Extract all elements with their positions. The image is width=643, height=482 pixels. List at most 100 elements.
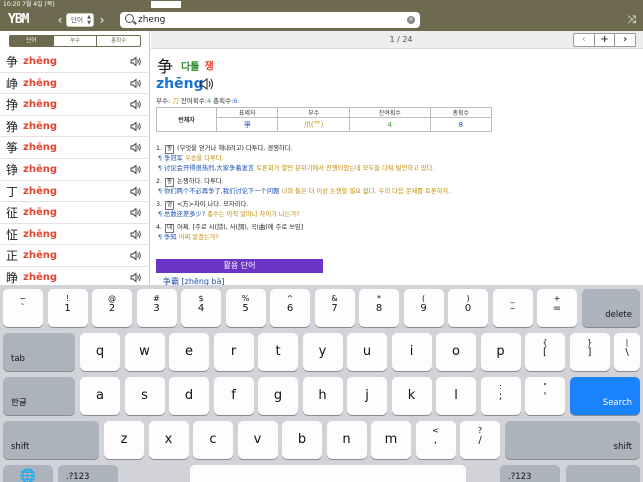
letter-key[interactable]: v (237, 421, 278, 459)
letter-key[interactable]: h (302, 377, 343, 415)
list-item[interactable]: 征 zhēng (0, 202, 150, 224)
globe-icon[interactable]: 🌐 (3, 465, 53, 482)
key-char: – (510, 303, 515, 314)
delete-key[interactable]: delete (581, 289, 640, 327)
language-key[interactable]: 한글 (3, 377, 75, 415)
dictionary-select[interactable]: 단어 ▲ ▼ (66, 13, 94, 27)
letter-key[interactable]: d (169, 377, 209, 415)
letter-key[interactable]: n (326, 421, 367, 459)
key[interactable]: & 7 (314, 289, 355, 327)
speaker-icon[interactable] (130, 229, 142, 240)
dismiss-keyboard-key[interactable] (566, 465, 640, 482)
list-item[interactable]: 丁 zhēng (0, 181, 150, 203)
letter-key[interactable]: x (148, 421, 189, 459)
key[interactable]: {[ (525, 333, 565, 371)
letter-key[interactable]: a (80, 377, 120, 415)
add-button[interactable]: + (595, 34, 616, 46)
letter-key[interactable]: t (258, 333, 298, 371)
shuffle-icon[interactable]: ⤨ (627, 13, 636, 27)
key[interactable]: " ' (525, 377, 565, 415)
dict-next-button[interactable]: › (97, 13, 107, 27)
key[interactable]: ! 1 (47, 289, 88, 327)
letter-key[interactable]: f (213, 377, 254, 415)
shift-key[interactable]: shift (504, 421, 640, 459)
list-item[interactable]: 筝 zhēng (0, 137, 150, 159)
letter-key[interactable]: z (104, 421, 144, 459)
letter-key[interactable]: s (124, 377, 165, 415)
letter-key[interactable]: k (391, 377, 432, 415)
key[interactable]: | \ (614, 333, 640, 371)
letter-key[interactable]: m (371, 421, 411, 459)
key-shift-char: % (241, 294, 250, 303)
key[interactable]: * 8 (359, 289, 399, 327)
speaker-icon[interactable] (130, 207, 142, 218)
letter-key[interactable]: q (80, 333, 120, 371)
speaker-icon[interactable] (130, 272, 142, 283)
speaker-icon[interactable] (130, 250, 142, 261)
search-input[interactable]: zheng (138, 12, 165, 28)
letter-key[interactable]: b (282, 421, 322, 459)
key[interactable]: }] (569, 333, 610, 371)
letter-key[interactable]: w (124, 333, 165, 371)
numbers-key[interactable]: .?123 (500, 465, 560, 482)
letter-key[interactable]: g (258, 377, 298, 415)
speaker-icon[interactable] (130, 56, 142, 67)
letter-key[interactable]: o (436, 333, 476, 371)
prev-entry-button[interactable]: ‹ (574, 34, 595, 46)
list-item[interactable]: 峥 zhēng (0, 73, 150, 95)
letter-key[interactable]: y (302, 333, 343, 371)
key[interactable]: ) 0 (448, 289, 488, 327)
list-item[interactable]: 正 zhēng (0, 245, 150, 267)
key[interactable]: <, (415, 421, 456, 459)
letter-key[interactable]: u (347, 333, 387, 371)
key-char: 9 (420, 303, 427, 314)
next-entry-button[interactable]: › (615, 34, 635, 46)
usage-words-button[interactable]: 활용 단어 (156, 259, 323, 273)
list-item[interactable]: 狰 zhēng (0, 116, 150, 138)
key[interactable]: % 5 (225, 289, 266, 327)
speaker-icon[interactable] (199, 77, 215, 91)
key-char: ' (543, 391, 547, 402)
search-field[interactable]: zheng × (120, 12, 420, 28)
key[interactable]: @2 (92, 289, 132, 327)
key[interactable]: (9 (403, 289, 444, 327)
key[interactable]: #3 (136, 289, 177, 327)
speaker-icon[interactable] (130, 186, 142, 197)
clear-icon[interactable]: × (407, 16, 415, 24)
dict-prev-button[interactable]: ‹ (55, 13, 65, 27)
letter-key[interactable]: r (213, 333, 254, 371)
letter-key[interactable]: i (391, 333, 432, 371)
speaker-icon[interactable] (130, 78, 142, 89)
key[interactable]: $4 (181, 289, 221, 327)
numbers-key[interactable]: .?123 (58, 465, 118, 482)
key-shift-char: # (153, 294, 160, 303)
search-key[interactable]: Search (569, 377, 640, 415)
list-item[interactable]: 铮 zhēng (0, 159, 150, 181)
key[interactable]: + = (537, 289, 577, 327)
speaker-icon[interactable] (130, 142, 142, 153)
list-item[interactable]: 争 zhēng (0, 51, 150, 73)
shift-key[interactable]: shift (3, 421, 99, 459)
speaker-icon[interactable] (130, 121, 142, 132)
letter-key[interactable]: c (193, 421, 233, 459)
key-char: m (384, 432, 398, 447)
key[interactable]: ? / (460, 421, 500, 459)
tab-key[interactable]: tab (3, 333, 75, 371)
tab-stroke-count[interactable]: 총획수 (97, 36, 140, 46)
letter-key[interactable]: p (480, 333, 521, 371)
speaker-icon[interactable] (130, 99, 142, 110)
key[interactable]: _ – (492, 289, 533, 327)
tab-radical[interactable]: 부수 (54, 36, 98, 46)
list-item[interactable]: 挣 zhēng (0, 94, 150, 116)
speaker-icon[interactable] (130, 164, 142, 175)
key[interactable]: :; (480, 377, 521, 415)
letter-key[interactable]: e (169, 333, 209, 371)
key[interactable]: ^ 6 (270, 289, 310, 327)
letter-key[interactable]: l (436, 377, 476, 415)
space-key[interactable] (190, 465, 466, 482)
list-item[interactable]: 怔 zhēng (0, 224, 150, 246)
key[interactable]: ~ ` (3, 289, 43, 327)
key-char: s (141, 388, 148, 403)
letter-key[interactable]: j (347, 377, 387, 415)
tab-word[interactable]: 단어 (10, 36, 54, 46)
